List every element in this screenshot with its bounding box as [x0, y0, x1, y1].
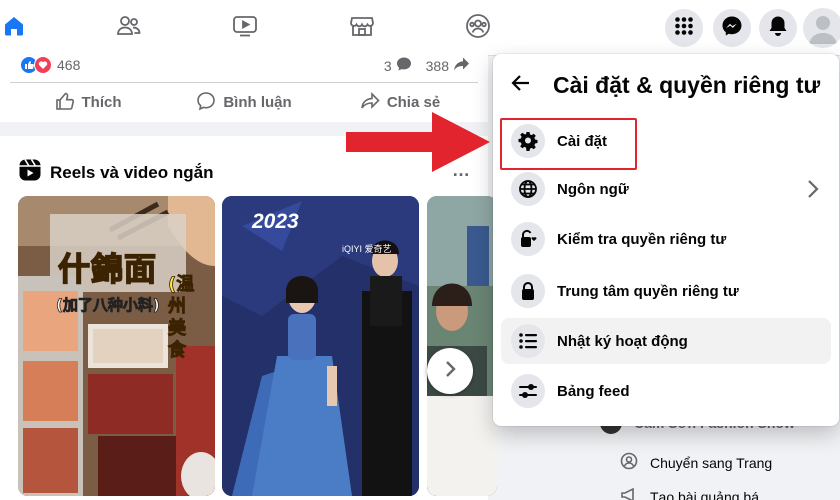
like-label: Thích [81, 94, 122, 111]
reel-1-caption-side: (温州美食 [168, 274, 195, 362]
menu-grid-button[interactable] [665, 9, 703, 47]
reel-1-caption-sub: (加了八种小料) [56, 296, 161, 315]
reels-header: Reels và video ngắn [18, 158, 213, 187]
reels-title: Reels và video ngắn [50, 162, 214, 182]
reels-icon [18, 158, 42, 187]
grid-icon [674, 16, 694, 41]
comment-button[interactable]: Bình luận [166, 85, 322, 121]
share-label: Chia sẻ [386, 94, 441, 111]
love-reaction-icon [34, 56, 52, 74]
settings-privacy-menu: Cài đặt & quyền riêng tư Cài đặt Ngôn ng… [493, 54, 839, 426]
reels-next-button[interactable] [427, 348, 473, 394]
chevron-right-icon [443, 360, 457, 383]
top-navigation-bar [0, 0, 840, 56]
megaphone-icon [620, 486, 638, 500]
reel-card-3[interactable] [427, 196, 497, 496]
comment-label: Bình luận [223, 94, 292, 111]
lock-icon [511, 274, 545, 308]
messenger-button[interactable] [713, 9, 751, 47]
store-icon [349, 14, 375, 43]
back-button[interactable] [505, 68, 537, 103]
menu-item-activity-log[interactable]: Nhật ký hoạt động [501, 318, 831, 364]
annotation-highlight-box [500, 118, 637, 170]
comment-icon [196, 91, 216, 115]
share-count[interactable]: 388 [426, 58, 449, 74]
video-icon [232, 14, 258, 43]
menu-item-privacy-checkup[interactable]: Kiểm tra quyền riêng tư [501, 216, 831, 262]
annotation-arrow [342, 110, 492, 179]
create-ad-label: Tạo bài quảng bá [650, 488, 759, 500]
reaction-summary[interactable]: 468 [20, 56, 80, 74]
account-avatar[interactable] [803, 8, 840, 48]
comment-count[interactable]: 3 [384, 58, 392, 74]
arrow-left-icon [511, 75, 531, 96]
reel-card-2[interactable]: 2023 iQIYI 爱奇艺 [222, 196, 419, 496]
red-arrow-icon [346, 112, 490, 172]
engagement-counts: 3 388 [384, 56, 470, 75]
menu-item-language[interactable]: Ngôn ngữ [501, 166, 831, 212]
notifications-button[interactable] [759, 9, 797, 47]
nav-tab-watch[interactable] [215, 0, 275, 56]
sliders-icon [511, 374, 545, 408]
reel-2-brand: iQIYI 爱奇艺 [342, 244, 392, 254]
reaction-count: 468 [57, 57, 81, 73]
lock-heart-icon [511, 222, 545, 256]
list-icon [511, 324, 545, 358]
thumbs-up-icon [55, 91, 75, 115]
switch-profile-icon [620, 452, 638, 473]
menu-item-label: Nhật ký hoạt động [557, 332, 688, 350]
reel-card-1[interactable]: 什錦面 (加了八种小料) (温州美食 [18, 196, 215, 496]
create-ad-item[interactable]: Tạo bài quảng bá [620, 486, 759, 500]
menu-title: Cài đặt & quyền riêng tư [553, 72, 821, 98]
like-button[interactable]: Thích [10, 85, 166, 121]
reel-2-thumbnail [222, 196, 419, 496]
nav-tab-marketplace[interactable] [332, 0, 392, 56]
switch-page-label: Chuyển sang Trang [650, 454, 773, 471]
friends-icon [116, 14, 142, 43]
menu-item-label: Ngôn ngữ [557, 180, 629, 198]
home-icon [2, 14, 26, 43]
menu-item-label: Trung tâm quyền riêng tư [557, 282, 739, 300]
menu-header: Cài đặt & quyền riêng tư [505, 68, 820, 103]
switch-page-item[interactable]: Chuyển sang Trang [620, 452, 772, 473]
nav-tab-home[interactable] [0, 0, 44, 56]
nav-tab-groups[interactable] [448, 0, 508, 56]
menu-item-privacy-center[interactable]: Trung tâm quyền riêng tư [501, 268, 831, 314]
reels-section: Reels và video ngắn … 什錦面 (加了八种小料) (温州美食 [0, 136, 497, 500]
comment-bubble-icon [396, 56, 412, 75]
profile-placeholder-icon [803, 16, 840, 48]
nav-tab-friends[interactable] [99, 0, 159, 56]
menu-item-label: Kiểm tra quyền riêng tư [557, 230, 727, 248]
globe-icon [511, 172, 545, 206]
menu-item-feed-preferences[interactable]: Bảng feed [501, 368, 831, 414]
chevron-right-icon [807, 179, 819, 204]
menu-item-label: Bảng feed [557, 382, 630, 400]
bell-icon [768, 15, 788, 42]
messenger-icon [721, 15, 743, 42]
reel-2-year-text: 2023 [252, 210, 299, 233]
reel-1-caption-main: 什錦面 [57, 249, 158, 289]
reel-3-thumbnail [427, 196, 497, 496]
share-arrow-icon [453, 56, 470, 75]
groups-icon [465, 13, 491, 44]
